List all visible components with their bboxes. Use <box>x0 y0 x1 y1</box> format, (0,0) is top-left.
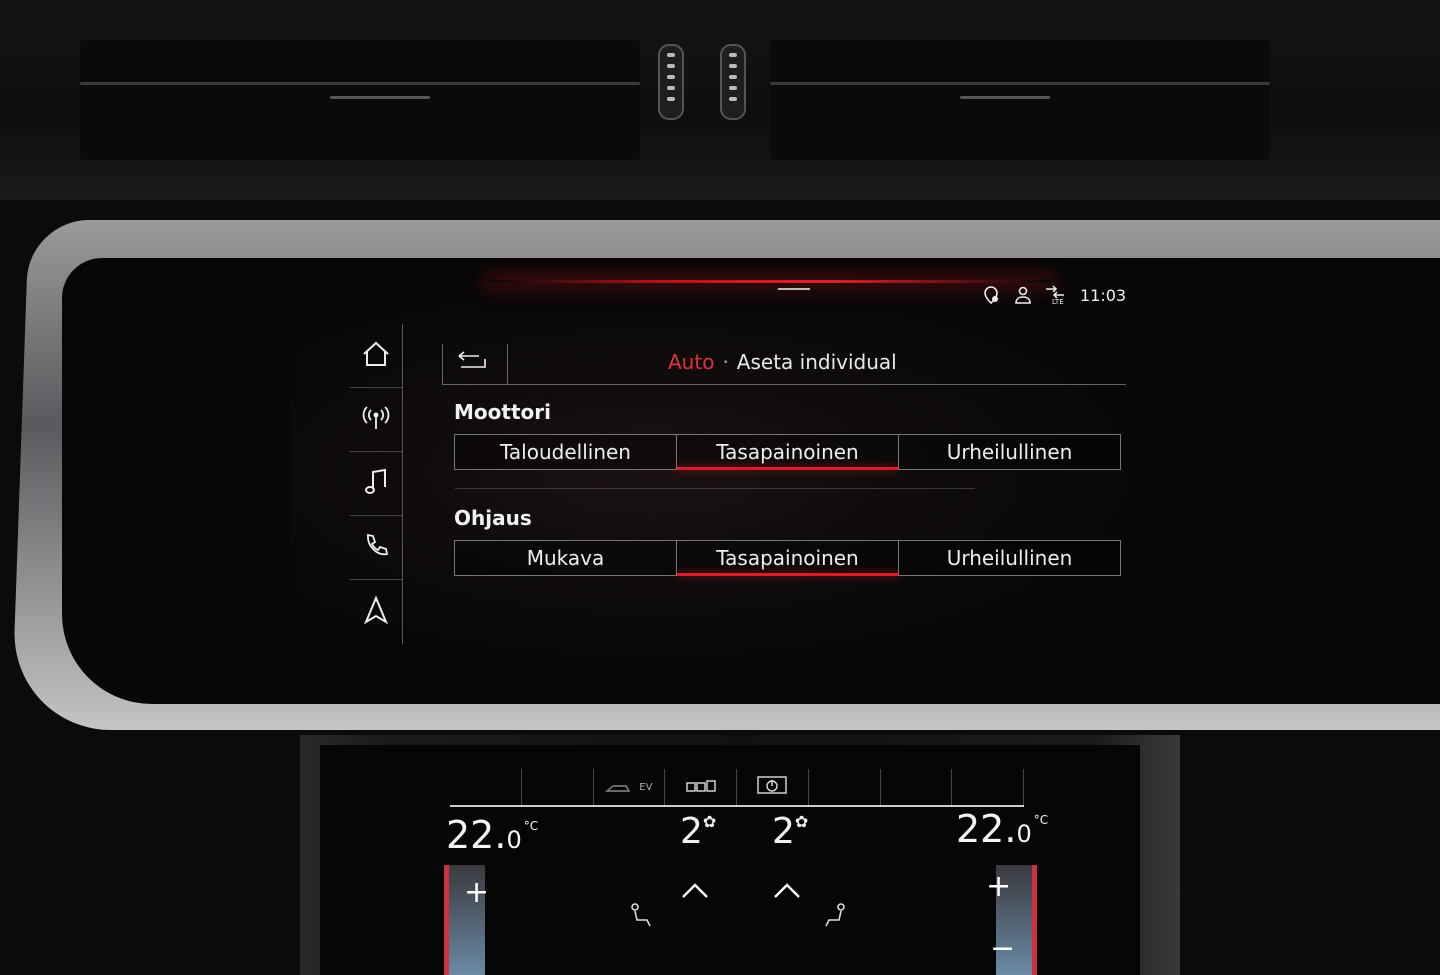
engine-mode-selector: Taloudellinen Tasapainoinen Urheilulline… <box>454 434 1121 470</box>
phone-icon <box>361 531 391 565</box>
breadcrumb: Auto · Aseta individual <box>668 350 897 374</box>
right-air-vent <box>770 40 1270 160</box>
fan-icon-right: ✿ <box>794 812 809 831</box>
back-arrow-icon <box>455 351 495 377</box>
climate-tab-8[interactable] <box>952 769 1024 805</box>
pull-down-handle[interactable] <box>778 288 810 290</box>
left-temp-decimal: 0 <box>506 826 522 854</box>
lte-signal-icon: LTE <box>1044 284 1066 306</box>
right-temp-increase-button[interactable]: + <box>986 869 1011 904</box>
seat-airflow-left-icon[interactable] <box>626 901 656 939</box>
left-fan-increase-button[interactable] <box>680 873 710 908</box>
steering-option-sport[interactable]: Urheilullinen <box>899 541 1120 575</box>
left-fan-value: 2 <box>680 811 703 852</box>
ev-car-icon <box>605 777 639 798</box>
engine-option-economy[interactable]: Taloudellinen <box>455 435 677 469</box>
right-temp-decimal: 0 <box>1016 820 1032 848</box>
section-title-engine: Moottori <box>454 400 551 424</box>
music-note-icon <box>362 467 390 501</box>
left-temp-increase-button[interactable]: + <box>464 875 489 910</box>
ev-label: EV <box>639 781 653 793</box>
engine-option-balanced[interactable]: Tasapainoinen <box>677 435 899 470</box>
nav-home[interactable] <box>350 324 402 388</box>
climate-tab-power[interactable] <box>737 769 809 805</box>
climate-power-icon <box>756 775 788 800</box>
clock: 11:03 <box>1080 285 1127 305</box>
left-temp-value: 22 <box>446 813 495 857</box>
home-icon <box>361 340 391 372</box>
status-bar: LTE 11:03 <box>980 284 1126 306</box>
side-navigation <box>350 324 403 644</box>
steering-mode-selector: Mukava Tasapainoinen Urheilullinen <box>454 540 1121 576</box>
nav-phone[interactable] <box>350 516 402 580</box>
engine-option-sport[interactable]: Urheilullinen <box>899 435 1120 469</box>
left-temp-unit: °C <box>523 819 539 833</box>
page-header: Auto · Aseta individual <box>442 344 1126 385</box>
top-accent-glow <box>490 280 1050 283</box>
right-fan-value: 2 <box>772 811 795 852</box>
steering-option-balanced[interactable]: Tasapainoinen <box>677 541 899 576</box>
navigation-arrow-icon <box>363 594 389 629</box>
left-fan-level[interactable]: 2✿ <box>680 811 716 852</box>
svg-text:LTE: LTE <box>1052 298 1064 305</box>
climate-tab-1[interactable] <box>450 769 522 805</box>
nav-radio[interactable] <box>350 388 402 452</box>
seat-airflow-right-icon[interactable] <box>820 901 850 939</box>
section-title-steering: Ohjaus <box>454 506 532 530</box>
climate-tab-ev[interactable]: EV <box>594 769 666 805</box>
climate-tab-6[interactable] <box>809 769 881 805</box>
right-temp-value: 22 <box>956 807 1005 851</box>
climate-screen: EV 22.0 °C 2✿ 2✿ 22.0 °C + + − <box>320 745 1140 975</box>
climate-tab-seat-heat[interactable] <box>665 769 737 805</box>
back-button[interactable] <box>442 344 508 384</box>
climate-tab-bar: EV <box>450 769 1024 807</box>
infotainment-screen: LTE 11:03 Auto · Aseta individual Mootto… <box>290 262 1196 682</box>
section-divider <box>455 488 975 489</box>
radio-antenna-icon <box>361 403 391 437</box>
fan-icon-left: ✿ <box>702 812 717 831</box>
climate-tab-7[interactable] <box>881 769 953 805</box>
steering-option-comfort[interactable]: Mukava <box>455 541 677 575</box>
right-temperature[interactable]: 22.0 °C <box>956 807 1048 851</box>
location-pin-icon <box>980 284 1002 306</box>
breadcrumb-separator: · <box>722 350 729 374</box>
right-fan-increase-button[interactable] <box>772 873 802 908</box>
left-temperature[interactable]: 22.0 °C <box>446 813 538 857</box>
right-fan-level[interactable]: 2✿ <box>772 811 808 852</box>
climate-tab-2[interactable] <box>522 769 594 805</box>
right-temp-unit: °C <box>1033 813 1049 827</box>
user-profile-icon <box>1012 284 1034 306</box>
right-temp-decrease-button[interactable]: − <box>990 931 1015 966</box>
nav-media[interactable] <box>350 452 402 516</box>
left-air-vent <box>80 40 640 160</box>
breadcrumb-parent[interactable]: Auto <box>668 350 714 374</box>
page-title: Aseta individual <box>736 350 897 374</box>
vent-knob-right[interactable] <box>720 44 746 120</box>
seat-heating-icon <box>685 777 717 798</box>
nav-navigation[interactable] <box>350 580 402 643</box>
dashboard-top <box>0 0 1440 200</box>
vent-knob-left[interactable] <box>658 44 684 120</box>
